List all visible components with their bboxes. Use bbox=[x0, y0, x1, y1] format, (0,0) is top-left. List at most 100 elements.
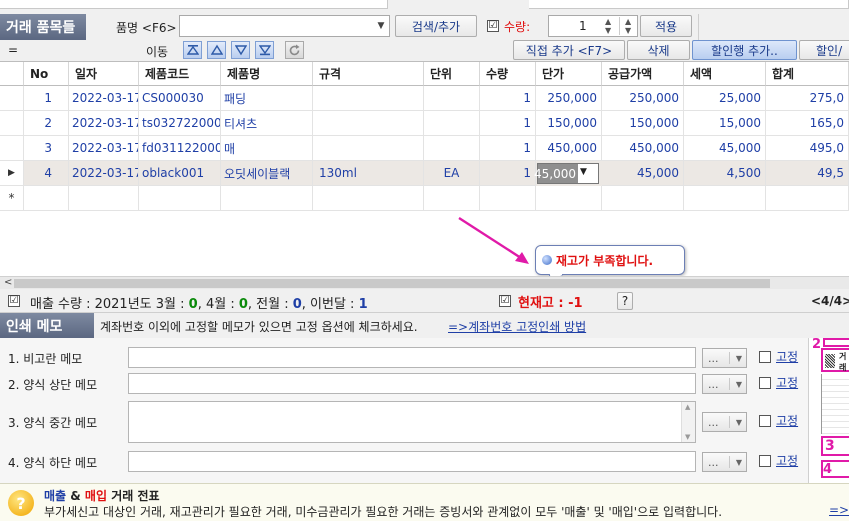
row-selector[interactable] bbox=[0, 136, 24, 161]
cell-tax[interactable]: 45,000 bbox=[684, 136, 766, 161]
cell-date[interactable]: 2022-03-17 bbox=[69, 111, 139, 136]
move-top-icon[interactable] bbox=[183, 41, 202, 59]
cell-empty[interactable] bbox=[602, 186, 684, 211]
search-add-button[interactable]: 검색/추가 bbox=[395, 15, 477, 37]
cell-no[interactable]: 1 bbox=[24, 86, 69, 111]
cell-empty[interactable] bbox=[69, 186, 139, 211]
form-preview-thumbnail[interactable]: 2 거래 3 4 bbox=[808, 337, 849, 483]
cell-code[interactable]: CS000030 bbox=[139, 86, 221, 111]
memo-middle-fix-label[interactable]: 고정 bbox=[776, 412, 798, 429]
qty-stepper[interactable]: 1 ▲ ▼ ▲ ▼ bbox=[548, 15, 638, 37]
cell-total[interactable]: 275,0 bbox=[766, 86, 849, 111]
cell-empty[interactable] bbox=[139, 186, 221, 211]
refresh-icon[interactable] bbox=[285, 41, 304, 59]
memo-middle-scrollbar[interactable]: ▲ ▼ bbox=[681, 402, 695, 442]
cell-date[interactable]: 2022-03-17 bbox=[69, 86, 139, 111]
price-editor-value[interactable]: 45,000 bbox=[534, 164, 578, 183]
memo-remarks-dropdown[interactable]: ... ▼ bbox=[702, 348, 747, 368]
scroll-thumb[interactable] bbox=[14, 279, 770, 288]
cell-spec[interactable] bbox=[313, 136, 424, 161]
memo-middle-input[interactable]: ▲ ▼ bbox=[128, 401, 696, 443]
chevron-down-icon[interactable]: ▼ bbox=[373, 16, 389, 36]
cell-qty[interactable]: 1 bbox=[480, 111, 536, 136]
cell-spec[interactable] bbox=[313, 111, 424, 136]
cell-qty[interactable]: 1 bbox=[480, 136, 536, 161]
stepper-spin-down-icon[interactable]: ▼ bbox=[625, 26, 631, 35]
cell-empty[interactable] bbox=[313, 186, 424, 211]
cell-empty[interactable] bbox=[684, 186, 766, 211]
cell-supply[interactable]: 150,000 bbox=[602, 111, 684, 136]
row-selector[interactable] bbox=[0, 111, 24, 136]
item-combo[interactable]: ▼ bbox=[179, 15, 390, 37]
stepper-spin-up-icon[interactable]: ▲ bbox=[625, 17, 631, 26]
cell-date[interactable]: 2022-03-17 bbox=[69, 136, 139, 161]
new-row-marker[interactable]: * bbox=[0, 186, 24, 211]
help-button[interactable]: ? bbox=[617, 292, 633, 310]
help-link[interactable]: => bbox=[829, 503, 849, 517]
cell-no[interactable]: 3 bbox=[24, 136, 69, 161]
memo-top-fix-label[interactable]: 고정 bbox=[776, 374, 798, 391]
cell-unit[interactable]: EA bbox=[424, 161, 480, 186]
scroll-down-icon[interactable]: ▼ bbox=[685, 433, 690, 441]
col-name[interactable]: 제품명 bbox=[221, 62, 313, 86]
cell-supply[interactable]: 450,000 bbox=[602, 136, 684, 161]
cell-total[interactable]: 495,0 bbox=[766, 136, 849, 161]
memo-middle-fix-checkbox[interactable] bbox=[759, 415, 771, 427]
discount-add-button[interactable]: 할인행 추가.. bbox=[692, 40, 797, 60]
col-unit[interactable]: 단위 bbox=[424, 62, 480, 86]
cell-qty[interactable]: 1 bbox=[480, 86, 536, 111]
memo-middle-dropdown[interactable]: ... ▼ bbox=[702, 412, 747, 432]
cell-empty[interactable] bbox=[424, 186, 480, 211]
cell-name[interactable]: 티셔츠 bbox=[221, 111, 313, 136]
cell-name[interactable]: 매 bbox=[221, 136, 313, 161]
memo-top-dropdown[interactable]: ... ▼ bbox=[702, 374, 747, 394]
cell-empty[interactable] bbox=[221, 186, 313, 211]
col-price[interactable]: 단가 bbox=[536, 62, 602, 86]
items-grid[interactable]: No 일자 제품코드 제품명 규격 단위 수량 단가 공급가액 세액 합계 1 … bbox=[0, 61, 849, 276]
cell-code[interactable]: ts0327220001 bbox=[139, 111, 221, 136]
cell-total[interactable]: 49,5 bbox=[766, 161, 849, 186]
cell-empty[interactable] bbox=[536, 186, 602, 211]
col-spec[interactable]: 규격 bbox=[313, 62, 424, 86]
sales-qty-checkbox[interactable]: ☑ bbox=[8, 295, 20, 307]
memo-top-input[interactable] bbox=[128, 373, 696, 394]
account-fix-link[interactable]: =>계좌번호 고정인쇄 방법 bbox=[448, 318, 586, 335]
memo-bottom-fix-label[interactable]: 고정 bbox=[776, 452, 798, 469]
memo-remarks-fix-checkbox[interactable] bbox=[759, 351, 771, 363]
col-date[interactable]: 일자 bbox=[69, 62, 139, 86]
cell-empty[interactable] bbox=[480, 186, 536, 211]
qty-checkbox[interactable]: ☑ bbox=[487, 20, 499, 32]
current-row-marker[interactable]: ▶ bbox=[0, 161, 24, 186]
col-supply[interactable]: 공급가액 bbox=[602, 62, 684, 86]
cell-code[interactable]: fd0311220001 bbox=[139, 136, 221, 161]
cell-spec[interactable] bbox=[313, 86, 424, 111]
chevron-down-icon[interactable]: ▼ bbox=[580, 167, 587, 177]
cell-no[interactable]: 4 bbox=[24, 161, 69, 186]
cell-unit[interactable] bbox=[424, 111, 480, 136]
delete-button[interactable]: 삭제 bbox=[627, 40, 690, 60]
col-qty[interactable]: 수량 bbox=[480, 62, 536, 86]
memo-bottom-dropdown[interactable]: ... ▼ bbox=[702, 452, 747, 472]
memo-remarks-fix-label[interactable]: 고정 bbox=[776, 348, 798, 365]
col-tax[interactable]: 세액 bbox=[684, 62, 766, 86]
grid-hscrollbar[interactable]: < bbox=[0, 276, 849, 289]
row-selector[interactable] bbox=[0, 86, 24, 111]
cell-name[interactable]: 패딩 bbox=[221, 86, 313, 111]
cell-supply[interactable]: 250,000 bbox=[602, 86, 684, 111]
move-down-icon[interactable] bbox=[231, 41, 250, 59]
stepper-up-icon[interactable]: ▲ bbox=[605, 17, 611, 26]
direct-add-button[interactable]: 직접 추가 <F7> bbox=[513, 40, 625, 60]
col-total[interactable]: 합계 bbox=[766, 62, 849, 86]
cell-tax[interactable]: 25,000 bbox=[684, 86, 766, 111]
memo-bottom-input[interactable] bbox=[128, 451, 696, 472]
cell-no[interactable]: 2 bbox=[24, 111, 69, 136]
cell-date[interactable]: 2022-03-17 bbox=[69, 161, 139, 186]
scroll-left-icon[interactable]: < bbox=[4, 277, 12, 288]
cell-spec[interactable]: 130ml bbox=[313, 161, 424, 186]
cell-price[interactable]: 450,000 bbox=[536, 136, 602, 161]
cell-empty[interactable] bbox=[766, 186, 849, 211]
stock-checkbox[interactable]: ☑ bbox=[499, 295, 511, 307]
cell-empty[interactable] bbox=[24, 186, 69, 211]
price-editor[interactable]: 45,000 ▼ bbox=[534, 163, 599, 184]
cell-name[interactable]: 오딧세이블랙 bbox=[221, 161, 313, 186]
